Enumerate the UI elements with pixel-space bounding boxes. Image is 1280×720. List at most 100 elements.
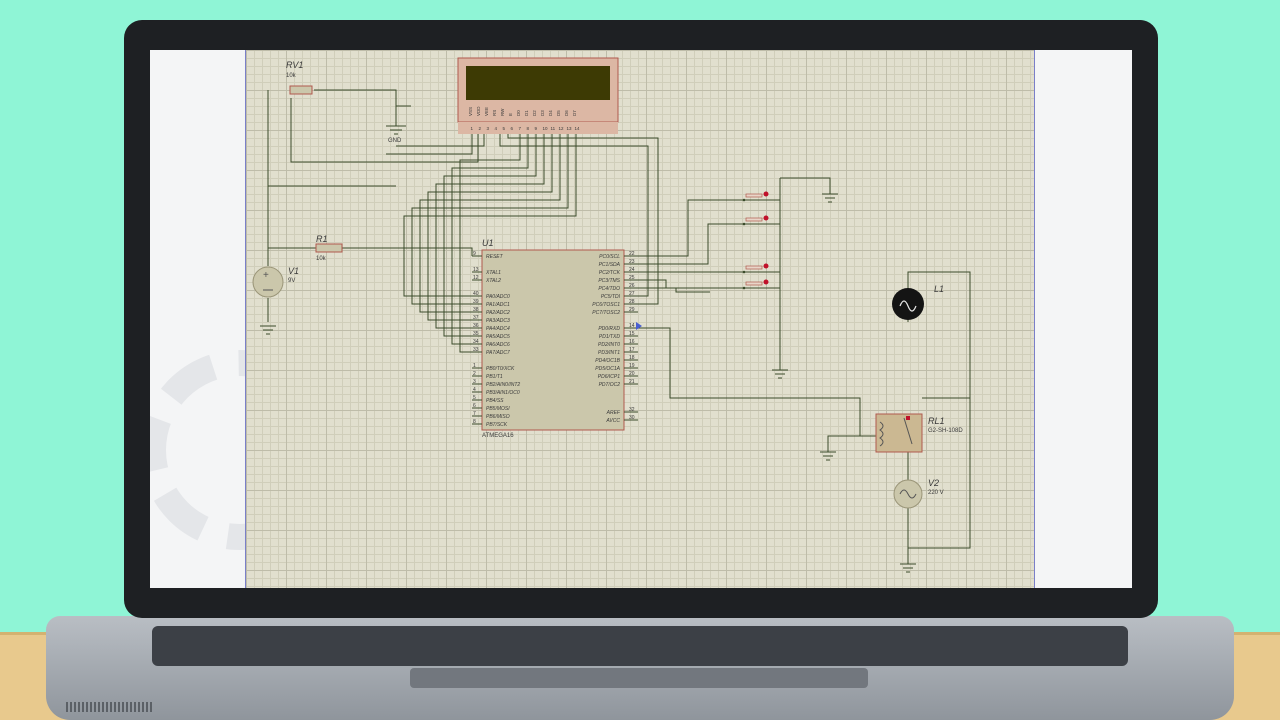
u1-pin-number: 37: [473, 315, 479, 321]
v2-value: 220 V: [928, 490, 944, 496]
battery-v1[interactable]: + V1 9V: [252, 266, 299, 298]
lcd-pin-label: D0: [516, 110, 521, 116]
u1-pin-name: PB3/AIN1/OC0: [486, 390, 520, 396]
u1-pin-number: 26: [629, 283, 635, 289]
u1-pin-number: 4: [473, 387, 476, 393]
microcontroller-u1[interactable]: U1 ATMEGA16 9 RESET13 XTAL112 XTAL240 PA0/AD…: [472, 238, 638, 439]
u1-pin-number: 9: [473, 251, 476, 257]
lamp-l1[interactable]: L1: [892, 284, 944, 320]
v2-ref: V2: [928, 478, 939, 488]
u1-pin-number: 30: [629, 415, 635, 421]
u1-pin-number: 36: [473, 323, 479, 329]
lcd-pin-label: RW: [500, 108, 505, 116]
u1-pin-number: 16: [629, 339, 635, 345]
u1-pin-name: PD2/INT0: [598, 342, 620, 348]
u1-pin-name: PB2/AIN0/INT2: [486, 382, 520, 388]
u1-pin-number: 23: [629, 259, 635, 265]
lcd-pin-label: VEE: [484, 107, 489, 116]
lcd-display[interactable]: VSS1VDD2VEE3RS4RW5E6D07D18D29D310D411D51…: [457, 57, 619, 134]
u1-pin-number: 14: [629, 323, 635, 329]
lcd-pin-number: 13: [567, 126, 573, 131]
u1-pin-number: 8: [473, 419, 476, 425]
push-button[interactable]: [742, 279, 769, 290]
u1-pin-number: 1: [473, 363, 476, 369]
u1-pin-number: 7: [473, 411, 476, 417]
u1-pin-name: PB0/T0/XCK: [486, 366, 515, 372]
u1-pin-name: PC2/TCK: [599, 270, 621, 276]
u1-pin-name: PD4/OC1B: [595, 358, 620, 364]
u1-pin-name: PD6/ICP1: [598, 374, 620, 380]
u1-part: ATMEGA16: [482, 433, 514, 439]
u1-pin-number: 21: [629, 379, 635, 385]
u1-pin-name: PC4/TDO: [598, 286, 620, 292]
u1-pin-number: 2: [473, 371, 476, 377]
u1-pin-name: PB1/T1: [486, 374, 503, 380]
u1-pin-number: 18: [629, 355, 635, 361]
lcd-pin-label: VSS: [468, 107, 473, 116]
u1-pin-number: 24: [629, 267, 635, 273]
rl1-part: G2-SH-108D: [928, 428, 963, 434]
u1-pin-number: 13: [473, 267, 479, 273]
u1-pin-name: PD5/OC1A: [595, 366, 620, 372]
v1-plus-icon: +: [263, 270, 269, 281]
schematic-canvas[interactable]: VSS 1 VDD 2 VEE 3 RS 4 RW 5 E 6 D0 7 D1 8 D2 9 D3 10 D4 11 D5 1…: [246, 50, 1034, 588]
u1-pin-number: 25: [629, 275, 635, 281]
u1-pin-name: PB4/SS: [486, 398, 504, 404]
u1-pin-name: XTAL2: [485, 278, 501, 284]
push-button[interactable]: [742, 191, 769, 202]
lcd-pin-label: D7: [572, 110, 577, 116]
lcd-pin-number: 10: [543, 126, 549, 131]
u1-pin-number: 28: [629, 299, 635, 305]
laptop-vent: [66, 702, 154, 712]
v1-value: 9V: [288, 278, 295, 284]
u1-pin-name: PA4/ADC4: [486, 326, 510, 332]
u1-pin-name: PA3/ADC3: [486, 318, 510, 324]
u1-pin-number: 32: [629, 407, 635, 413]
u1-pin-name: AVCC: [605, 418, 620, 424]
lcd-pin-label: VDD: [476, 106, 481, 116]
laptop-screen: VSS 1 VDD 2 VEE 3 RS 4 RW 5 E 6 D0 7 D1 8 D2 9 D3 10 D4 11 D5 1…: [150, 50, 1132, 588]
rv1-value: 10k: [286, 73, 297, 79]
cursor-icon: [636, 322, 642, 330]
lcd-pin-label: D1: [524, 110, 529, 116]
u1-pin-name: PA7/ADC7: [486, 350, 510, 356]
potentiometer-rv1[interactable]: RV1 10k: [286, 60, 313, 95]
l1-ref: L1: [934, 284, 944, 294]
push-buttons[interactable]: [742, 191, 769, 290]
lcd-pin-label: D4: [548, 110, 553, 116]
u1-pin-name: PA0/ADC0: [486, 294, 510, 300]
r1-ref: R1: [316, 234, 328, 244]
keyboard: [152, 626, 1128, 666]
push-button[interactable]: [742, 263, 769, 274]
u1-pin-number: 35: [473, 331, 479, 337]
resistor-r1[interactable]: R1 10k: [315, 234, 343, 262]
u1-pin-name: PD0/RXD: [598, 326, 620, 332]
rl1-ref: RL1: [928, 416, 945, 426]
lcd-pin-label: D5: [556, 110, 561, 116]
u1-pin-name: PA6/ADC6: [486, 342, 510, 348]
u1-pin-number: 40: [473, 291, 479, 297]
lcd-pin-label: RS: [492, 110, 497, 116]
u1-pin-number: 27: [629, 291, 635, 297]
u1-pin-name: AREF: [606, 410, 621, 416]
ac-source-v2[interactable]: V2 220 V: [893, 478, 944, 509]
lcd-pin-number: 11: [551, 126, 556, 131]
relay-rl1[interactable]: RL1 G2-SH-108D: [875, 413, 963, 453]
schematic-sheet[interactable]: VSS 1 VDD 2 VEE 3 RS 4 RW 5 E 6 D0 7 D1 8 D2 9 D3 10 D4 11 D5 1…: [245, 50, 1035, 588]
u1-pin-name: RESET: [486, 254, 504, 260]
u1-pin-number: 20: [629, 371, 635, 377]
u1-pin-number: 22: [629, 251, 635, 257]
u1-pin-number: 39: [473, 299, 479, 305]
trackpad: [410, 668, 868, 688]
gnd-label: GND: [388, 138, 402, 144]
u1-pin-name: PC5/TDI: [601, 294, 621, 300]
u1-ref: U1: [482, 238, 494, 248]
u1-pin-name: PC3/TMS: [598, 278, 620, 284]
push-button[interactable]: [742, 215, 769, 226]
lcd-pin-number: 12: [559, 126, 565, 131]
u1-pin-number: 19: [629, 363, 635, 369]
rv1-ref: RV1: [286, 60, 303, 70]
u1-pin-name: PB5/MOSI: [486, 406, 510, 412]
u1-pin-number: 12: [473, 275, 479, 281]
lcd-pin-number: 14: [575, 126, 581, 131]
